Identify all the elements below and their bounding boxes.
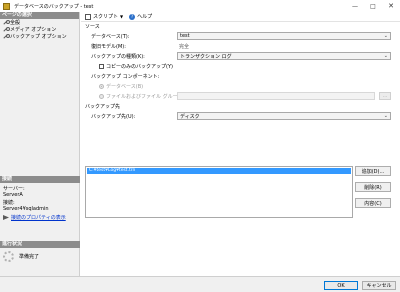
page-item-media-options[interactable]: メディア オプション <box>0 26 79 33</box>
chevron-down-icon: ⌄ <box>383 53 388 59</box>
close-icon[interactable]: ✕ <box>382 0 400 12</box>
properties-icon <box>3 215 9 220</box>
script-label: スクリプト <box>93 14 119 20</box>
component-label: バックアップ コンポーネント: <box>91 73 160 80</box>
backup-type-row: バックアップの種類(K): トランザクション ログ ⌄ <box>85 51 396 61</box>
general-page: ソース データベース(T): test ⌄ 復旧モデル(M): 完全 バックアッ… <box>85 24 396 218</box>
chevron-down-icon: ▼ <box>120 14 124 19</box>
progress-status: 準備完了 <box>19 254 40 260</box>
contents-button[interactable]: 内容(C) <box>355 198 391 208</box>
chevron-down-icon: ⌄ <box>383 33 388 39</box>
database-backup-icon <box>3 2 10 10</box>
connection-section: 接続 サーバー: ServerA 接続: Server4¥sqladmin 接続… <box>0 176 80 221</box>
connection-header: 接続 <box>0 176 80 183</box>
connection-value: Server4¥sqladmin <box>3 206 49 212</box>
toolbar: スクリプト ▼ ? ヘルプ <box>81 12 400 22</box>
cancel-button[interactable]: キャンセル <box>362 281 396 290</box>
ok-button[interactable]: OK <box>324 281 358 290</box>
progress-section: 進行状況 準備完了 <box>0 241 80 262</box>
help-button[interactable]: ? ヘルプ <box>129 13 152 20</box>
radio-dot[interactable] <box>99 83 104 89</box>
window-controls: — □ ✕ <box>346 0 400 12</box>
database-select[interactable]: test ⌄ <box>177 32 391 40</box>
progress-status-row: 準備完了 <box>0 251 80 262</box>
script-button[interactable]: スクリプト ▼ <box>85 13 123 20</box>
recovery-model-row: 復旧モデル(M): 完全 <box>85 41 396 51</box>
title-bar: データベースのバックアップ - test — □ ✕ <box>0 0 400 12</box>
recovery-model-value: 完全 <box>179 43 190 50</box>
backup-type-label: バックアップの種類(K): <box>91 53 145 60</box>
maximize-icon[interactable]: □ <box>364 0 382 12</box>
copy-only-label: コピーのみのバックアップ(Y) <box>106 63 173 70</box>
wrench-icon <box>3 20 10 25</box>
page-item-label: メディア オプション <box>10 27 57 33</box>
component-database-row: データベース(B) <box>85 81 396 91</box>
recovery-model-label: 復旧モデル(M): <box>91 43 126 50</box>
component-row: バックアップ コンポーネント: <box>85 71 396 81</box>
minimize-icon[interactable]: — <box>346 0 364 12</box>
remove-button[interactable]: 削除(R) <box>355 182 391 192</box>
copy-only-checkbox[interactable]: コピーのみのバックアップ(Y) <box>99 63 173 70</box>
database-label: データベース(T): <box>91 33 130 40</box>
component-database-label: データベース(B) <box>106 83 144 90</box>
help-icon: ? <box>129 13 136 20</box>
page-item-label: 全般 <box>10 20 21 26</box>
database-value: test <box>180 33 190 39</box>
dialog-footer: OK キャンセル <box>0 276 400 292</box>
progress-spinner-icon <box>3 251 14 262</box>
radio-dot[interactable] <box>99 93 104 99</box>
page-item-general[interactable]: 全般 <box>0 19 79 26</box>
backup-to-row: バックアップ先(U): ディスク ⌄ <box>85 111 396 121</box>
copy-only-row: コピーのみのバックアップ(Y) <box>85 61 396 71</box>
backup-type-select[interactable]: トランザクション ログ ⌄ <box>177 52 391 60</box>
files-filegroups-field[interactable] <box>177 92 375 100</box>
help-label: ヘルプ <box>137 14 153 20</box>
database-row: データベース(T): test ⌄ <box>85 31 396 41</box>
server-value: ServerA <box>3 192 23 198</box>
backup-to-value: ディスク <box>180 113 200 120</box>
main-pane: スクリプト ▼ ? ヘルプ ソース データベース(T): test ⌄ 復旧モデ… <box>81 12 400 276</box>
source-section-label: ソース <box>85 24 100 30</box>
destination-section-label: バックアップ先 <box>85 104 121 110</box>
checkbox-box[interactable] <box>99 63 104 69</box>
backup-to-label: バックアップ先(U): <box>91 113 136 120</box>
backup-to-select[interactable]: ディスク ⌄ <box>177 112 391 120</box>
pages-header: ページの選択 <box>0 12 79 19</box>
component-files-row: ファイルおよびファイル グループ(G): ... <box>85 91 396 101</box>
destination-buttons: 追加(D)... 削除(R) 内容(C) <box>355 166 391 214</box>
view-connection-properties-link[interactable]: 接続のプロパティの表示 <box>0 214 80 221</box>
browse-button[interactable]: ... <box>379 92 391 100</box>
component-database-radio[interactable]: データベース(B) <box>99 83 143 90</box>
progress-header: 進行状況 <box>0 241 80 248</box>
backup-type-value: トランザクション ログ <box>180 53 232 60</box>
add-button[interactable]: 追加(D)... <box>355 166 391 176</box>
page-item-backup-options[interactable]: バックアップ オプション <box>0 33 79 40</box>
wrench-icon <box>3 27 10 32</box>
page-item-label: バックアップ オプション <box>10 34 67 40</box>
left-pane: ページの選択 全般 メディア オプション バックアップ オプション 接続 サーバ… <box>0 12 80 276</box>
script-icon <box>85 13 91 20</box>
chevron-down-icon: ⌄ <box>383 113 388 119</box>
view-connection-properties-label[interactable]: 接続のプロパティの表示 <box>11 214 66 221</box>
destination-list[interactable]: C:¥test¥Log¥test.trn <box>85 166 353 218</box>
wrench-icon <box>3 34 10 39</box>
window-title: データベースのバックアップ - test <box>14 3 94 10</box>
list-item[interactable]: C:¥test¥Log¥test.trn <box>87 168 351 174</box>
